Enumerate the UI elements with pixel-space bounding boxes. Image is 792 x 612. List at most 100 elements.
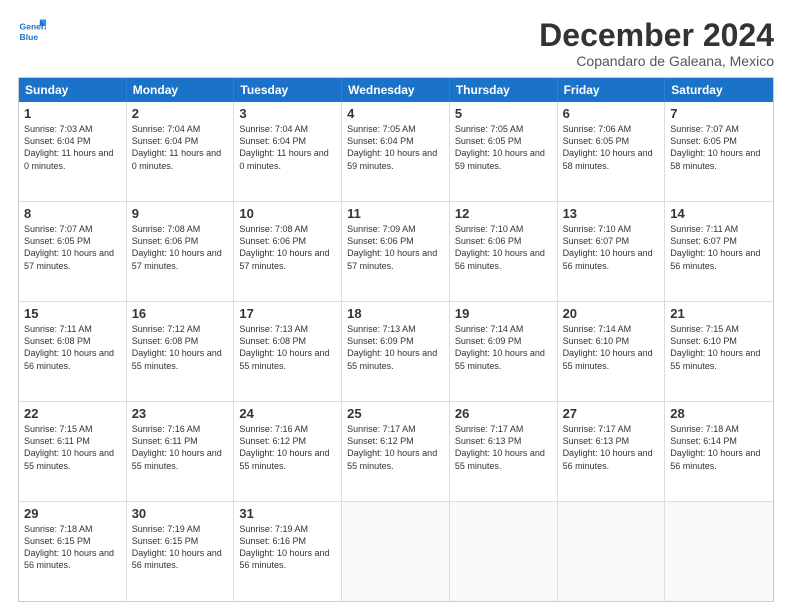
cal-cell-3-1: 23 Sunrise: 7:16 AMSunset: 6:11 PMDaylig… — [127, 402, 235, 501]
cell-info: Sunrise: 7:07 AMSunset: 6:05 PMDaylight:… — [24, 223, 121, 272]
day-number: 2 — [132, 106, 229, 121]
cal-cell-3-5: 27 Sunrise: 7:17 AMSunset: 6:13 PMDaylig… — [558, 402, 666, 501]
cal-cell-3-3: 25 Sunrise: 7:17 AMSunset: 6:12 PMDaylig… — [342, 402, 450, 501]
cell-info: Sunrise: 7:14 AMSunset: 6:09 PMDaylight:… — [455, 323, 552, 372]
svg-text:Blue: Blue — [20, 32, 39, 42]
day-number: 5 — [455, 106, 552, 121]
day-number: 27 — [563, 406, 660, 421]
cal-cell-2-4: 19 Sunrise: 7:14 AMSunset: 6:09 PMDaylig… — [450, 302, 558, 401]
day-number: 11 — [347, 206, 444, 221]
cell-info: Sunrise: 7:08 AMSunset: 6:06 PMDaylight:… — [132, 223, 229, 272]
cal-cell-1-1: 9 Sunrise: 7:08 AMSunset: 6:06 PMDayligh… — [127, 202, 235, 301]
cell-info: Sunrise: 7:13 AMSunset: 6:09 PMDaylight:… — [347, 323, 444, 372]
cal-cell-0-2: 3 Sunrise: 7:04 AMSunset: 6:04 PMDayligh… — [234, 102, 342, 201]
cal-cell-0-1: 2 Sunrise: 7:04 AMSunset: 6:04 PMDayligh… — [127, 102, 235, 201]
cal-cell-4-6 — [665, 502, 773, 601]
cell-info: Sunrise: 7:03 AMSunset: 6:04 PMDaylight:… — [24, 123, 121, 172]
cell-info: Sunrise: 7:05 AMSunset: 6:04 PMDaylight:… — [347, 123, 444, 172]
cal-cell-1-4: 12 Sunrise: 7:10 AMSunset: 6:06 PMDaylig… — [450, 202, 558, 301]
cal-cell-1-0: 8 Sunrise: 7:07 AMSunset: 6:05 PMDayligh… — [19, 202, 127, 301]
day-number: 17 — [239, 306, 336, 321]
logo-icon: General Blue — [18, 18, 46, 46]
day-number: 31 — [239, 506, 336, 521]
header: General Blue December 2024 Copandaro de … — [18, 18, 774, 69]
day-number: 18 — [347, 306, 444, 321]
header-wednesday: Wednesday — [342, 78, 450, 102]
header-sunday: Sunday — [19, 78, 127, 102]
day-number: 4 — [347, 106, 444, 121]
calendar-body: 1 Sunrise: 7:03 AMSunset: 6:04 PMDayligh… — [19, 102, 773, 601]
day-number: 21 — [670, 306, 768, 321]
cell-info: Sunrise: 7:15 AMSunset: 6:10 PMDaylight:… — [670, 323, 768, 372]
day-number: 15 — [24, 306, 121, 321]
cell-info: Sunrise: 7:13 AMSunset: 6:08 PMDaylight:… — [239, 323, 336, 372]
header-saturday: Saturday — [665, 78, 773, 102]
day-number: 30 — [132, 506, 229, 521]
header-friday: Friday — [558, 78, 666, 102]
logo: General Blue — [18, 18, 46, 46]
cal-cell-4-0: 29 Sunrise: 7:18 AMSunset: 6:15 PMDaylig… — [19, 502, 127, 601]
week-row-3: 15 Sunrise: 7:11 AMSunset: 6:08 PMDaylig… — [19, 302, 773, 402]
subtitle: Copandaro de Galeana, Mexico — [539, 53, 774, 69]
calendar: Sunday Monday Tuesday Wednesday Thursday… — [18, 77, 774, 602]
week-row-1: 1 Sunrise: 7:03 AMSunset: 6:04 PMDayligh… — [19, 102, 773, 202]
title-block: December 2024 Copandaro de Galeana, Mexi… — [539, 18, 774, 69]
cal-cell-2-6: 21 Sunrise: 7:15 AMSunset: 6:10 PMDaylig… — [665, 302, 773, 401]
cal-cell-4-2: 31 Sunrise: 7:19 AMSunset: 6:16 PMDaylig… — [234, 502, 342, 601]
cal-cell-3-2: 24 Sunrise: 7:16 AMSunset: 6:12 PMDaylig… — [234, 402, 342, 501]
calendar-header: Sunday Monday Tuesday Wednesday Thursday… — [19, 78, 773, 102]
cal-cell-0-4: 5 Sunrise: 7:05 AMSunset: 6:05 PMDayligh… — [450, 102, 558, 201]
cell-info: Sunrise: 7:04 AMSunset: 6:04 PMDaylight:… — [239, 123, 336, 172]
cal-cell-4-5 — [558, 502, 666, 601]
day-number: 1 — [24, 106, 121, 121]
cell-info: Sunrise: 7:14 AMSunset: 6:10 PMDaylight:… — [563, 323, 660, 372]
day-number: 10 — [239, 206, 336, 221]
header-monday: Monday — [127, 78, 235, 102]
day-number: 20 — [563, 306, 660, 321]
main-title: December 2024 — [539, 18, 774, 53]
cal-cell-2-5: 20 Sunrise: 7:14 AMSunset: 6:10 PMDaylig… — [558, 302, 666, 401]
day-number: 3 — [239, 106, 336, 121]
cell-info: Sunrise: 7:08 AMSunset: 6:06 PMDaylight:… — [239, 223, 336, 272]
cell-info: Sunrise: 7:15 AMSunset: 6:11 PMDaylight:… — [24, 423, 121, 472]
day-number: 26 — [455, 406, 552, 421]
week-row-2: 8 Sunrise: 7:07 AMSunset: 6:05 PMDayligh… — [19, 202, 773, 302]
day-number: 22 — [24, 406, 121, 421]
page: General Blue December 2024 Copandaro de … — [0, 0, 792, 612]
cal-cell-3-6: 28 Sunrise: 7:18 AMSunset: 6:14 PMDaylig… — [665, 402, 773, 501]
cell-info: Sunrise: 7:19 AMSunset: 6:15 PMDaylight:… — [132, 523, 229, 572]
day-number: 28 — [670, 406, 768, 421]
day-number: 19 — [455, 306, 552, 321]
cal-cell-1-3: 11 Sunrise: 7:09 AMSunset: 6:06 PMDaylig… — [342, 202, 450, 301]
day-number: 16 — [132, 306, 229, 321]
cal-cell-4-4 — [450, 502, 558, 601]
cell-info: Sunrise: 7:04 AMSunset: 6:04 PMDaylight:… — [132, 123, 229, 172]
cell-info: Sunrise: 7:16 AMSunset: 6:12 PMDaylight:… — [239, 423, 336, 472]
cal-cell-4-3 — [342, 502, 450, 601]
cal-cell-2-0: 15 Sunrise: 7:11 AMSunset: 6:08 PMDaylig… — [19, 302, 127, 401]
cell-info: Sunrise: 7:07 AMSunset: 6:05 PMDaylight:… — [670, 123, 768, 172]
header-tuesday: Tuesday — [234, 78, 342, 102]
day-number: 9 — [132, 206, 229, 221]
cell-info: Sunrise: 7:12 AMSunset: 6:08 PMDaylight:… — [132, 323, 229, 372]
cal-cell-1-2: 10 Sunrise: 7:08 AMSunset: 6:06 PMDaylig… — [234, 202, 342, 301]
cal-cell-0-6: 7 Sunrise: 7:07 AMSunset: 6:05 PMDayligh… — [665, 102, 773, 201]
cal-cell-3-0: 22 Sunrise: 7:15 AMSunset: 6:11 PMDaylig… — [19, 402, 127, 501]
day-number: 8 — [24, 206, 121, 221]
cal-cell-3-4: 26 Sunrise: 7:17 AMSunset: 6:13 PMDaylig… — [450, 402, 558, 501]
cell-info: Sunrise: 7:11 AMSunset: 6:07 PMDaylight:… — [670, 223, 768, 272]
cal-cell-0-5: 6 Sunrise: 7:06 AMSunset: 6:05 PMDayligh… — [558, 102, 666, 201]
day-number: 29 — [24, 506, 121, 521]
day-number: 24 — [239, 406, 336, 421]
cal-cell-1-6: 14 Sunrise: 7:11 AMSunset: 6:07 PMDaylig… — [665, 202, 773, 301]
day-number: 25 — [347, 406, 444, 421]
cell-info: Sunrise: 7:11 AMSunset: 6:08 PMDaylight:… — [24, 323, 121, 372]
cal-cell-2-2: 17 Sunrise: 7:13 AMSunset: 6:08 PMDaylig… — [234, 302, 342, 401]
cal-cell-1-5: 13 Sunrise: 7:10 AMSunset: 6:07 PMDaylig… — [558, 202, 666, 301]
cell-info: Sunrise: 7:05 AMSunset: 6:05 PMDaylight:… — [455, 123, 552, 172]
cell-info: Sunrise: 7:19 AMSunset: 6:16 PMDaylight:… — [239, 523, 336, 572]
day-number: 14 — [670, 206, 768, 221]
cal-cell-0-0: 1 Sunrise: 7:03 AMSunset: 6:04 PMDayligh… — [19, 102, 127, 201]
day-number: 13 — [563, 206, 660, 221]
day-number: 6 — [563, 106, 660, 121]
